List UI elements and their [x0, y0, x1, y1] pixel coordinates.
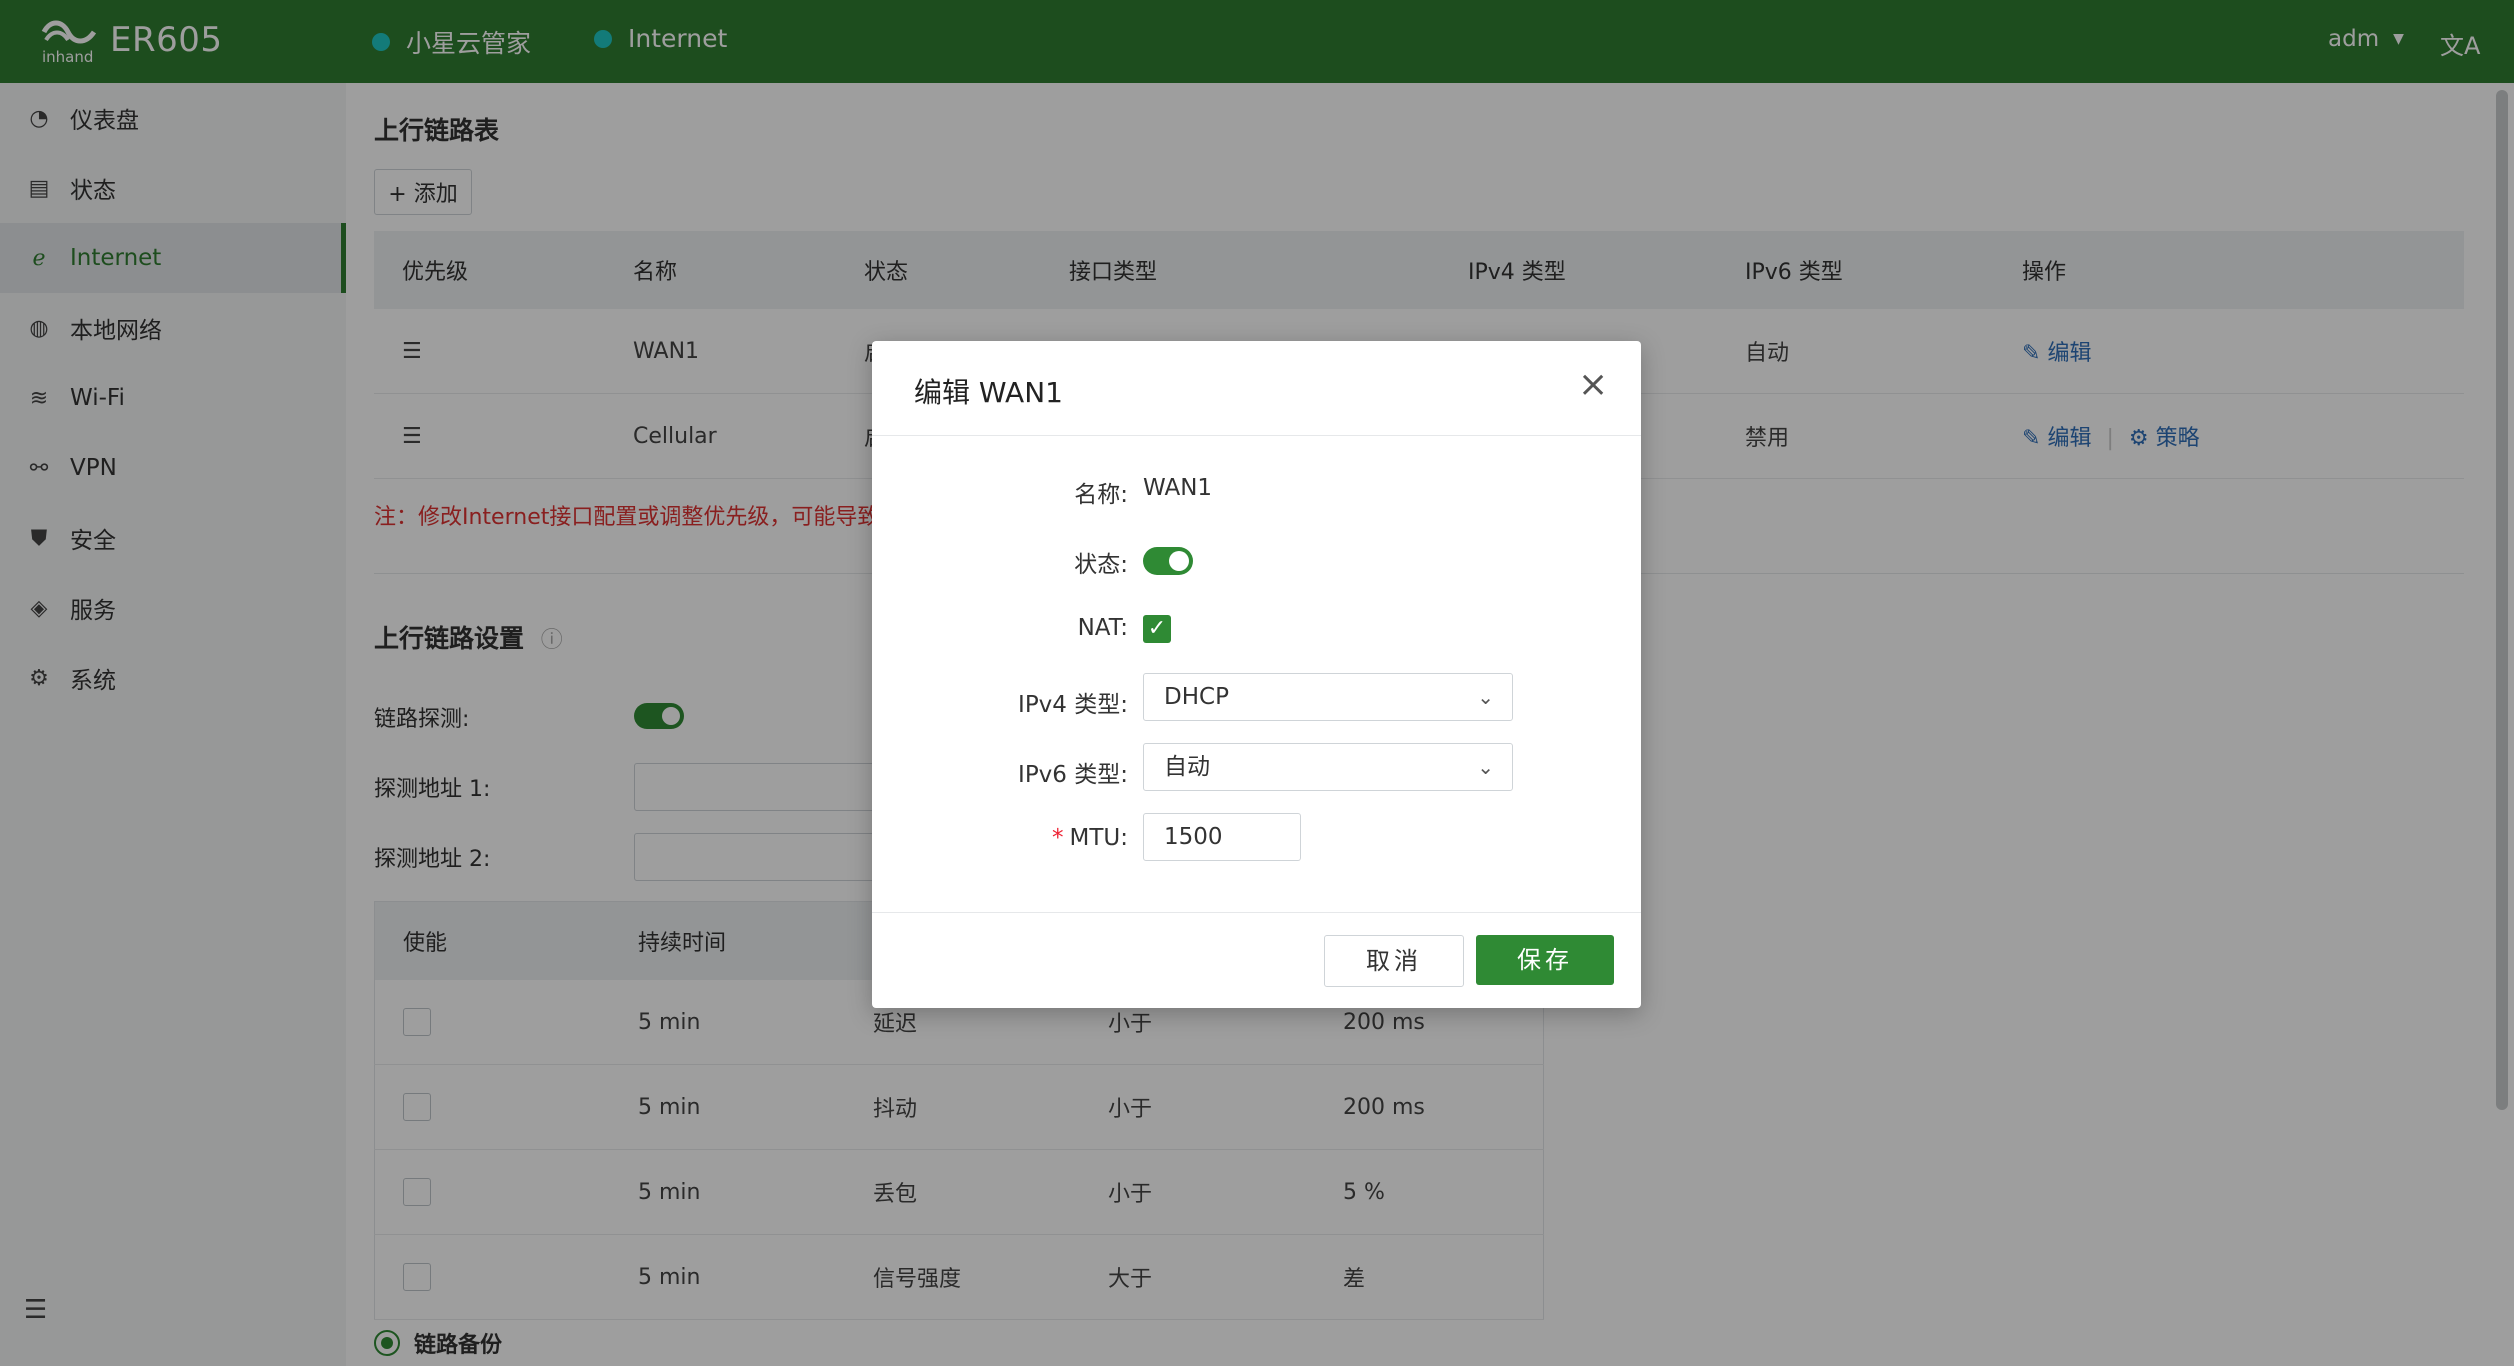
dialog-footer-divider — [872, 912, 1641, 913]
mtu-input[interactable]: 1500 — [1143, 813, 1301, 861]
mtu-label: * MTU: — [872, 825, 1128, 851]
save-button[interactable]: 保存 — [1476, 935, 1614, 985]
ipv4-type-label: IPv4 类型: — [1018, 692, 1128, 718]
required-asterisk: * — [1052, 825, 1064, 851]
ipv4-type-select[interactable]: DHCP ⌄ — [1143, 673, 1513, 721]
cancel-button[interactable]: 取消 — [1324, 935, 1464, 987]
dialog-header: 编辑 WAN1 × — [872, 341, 1641, 436]
dialog-title: 编辑 WAN1 — [914, 376, 1063, 409]
ipv4-type-value: DHCP — [1164, 684, 1229, 710]
ipv6-type-label: IPv6 类型: — [1018, 762, 1128, 788]
nat-label: NAT: — [1077, 615, 1128, 641]
close-icon[interactable]: × — [1578, 367, 1608, 403]
chevron-down-icon: ⌄ — [1477, 755, 1494, 779]
name-label: 名称: — [1074, 482, 1128, 508]
mtu-label-text: MTU: — [1069, 825, 1128, 851]
ipv6-type-select[interactable]: 自动 ⌄ — [1143, 743, 1513, 791]
status-toggle[interactable] — [1143, 547, 1193, 575]
nat-checkbox[interactable]: ✓ — [1143, 615, 1171, 643]
edit-wan1-dialog: 编辑 WAN1 × 名称: WAN1 状态: NAT: ✓ IPv4 类型: D… — [872, 341, 1641, 1008]
chevron-down-icon: ⌄ — [1477, 685, 1494, 709]
ipv6-type-value: 自动 — [1164, 754, 1210, 780]
name-value: WAN1 — [1143, 475, 1213, 501]
status-label: 状态: — [1074, 552, 1128, 578]
